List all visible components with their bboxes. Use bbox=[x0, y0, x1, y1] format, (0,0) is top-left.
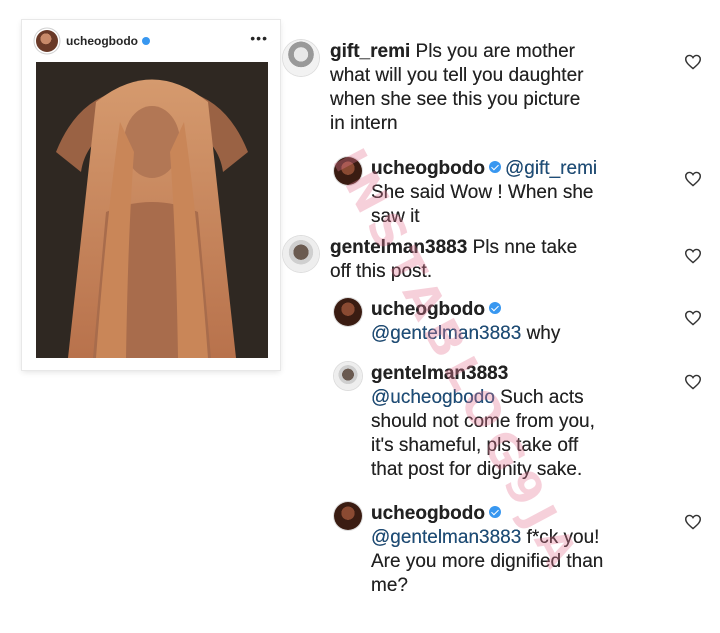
comment-body-line: Are you more dignified than bbox=[371, 551, 604, 572]
comment-body-line: me? bbox=[371, 575, 408, 596]
heart-icon[interactable] bbox=[684, 248, 702, 264]
avatar[interactable] bbox=[334, 502, 362, 530]
comment-body-line: Pls nne take bbox=[472, 237, 578, 258]
comment-text: ucheogbodo @gift_remi She said Wow ! When… bbox=[371, 157, 597, 229]
mention-link[interactable]: @ucheogbodo bbox=[371, 387, 495, 408]
comment-body-line: Pls you are mother bbox=[415, 41, 575, 62]
comment-body-line: off this post. bbox=[330, 261, 433, 282]
post-photo[interactable] bbox=[36, 62, 268, 358]
comment-body-line: what will you tell you daughter bbox=[330, 65, 584, 86]
verified-icon bbox=[488, 505, 501, 518]
comment-username[interactable]: ucheogbodo bbox=[371, 299, 485, 320]
comment-username[interactable]: gift_remi bbox=[330, 41, 410, 62]
avatar[interactable] bbox=[36, 30, 58, 52]
comment-username[interactable]: ucheogbodo bbox=[371, 158, 485, 179]
heart-icon[interactable] bbox=[684, 54, 702, 70]
mention-link[interactable]: @gentelman3883 bbox=[371, 323, 521, 344]
comment-body-line: in intern bbox=[330, 113, 398, 134]
heart-icon[interactable] bbox=[684, 171, 702, 187]
heart-icon[interactable] bbox=[684, 310, 702, 326]
comment-username[interactable]: ucheogbodo bbox=[371, 503, 485, 524]
post-header: ucheogbodo bbox=[36, 28, 150, 54]
verified-icon bbox=[142, 37, 150, 45]
comment-body-line: saw it bbox=[371, 206, 420, 227]
comment-body-line: She said Wow ! When she bbox=[371, 182, 594, 203]
avatar[interactable] bbox=[334, 298, 362, 326]
comment-body-line: when she see this you picture bbox=[330, 89, 581, 110]
more-options-icon[interactable]: ••• bbox=[250, 30, 268, 46]
post-photo-figure bbox=[36, 62, 268, 358]
comment-text: gift_remi Pls you are mother what will y… bbox=[330, 40, 583, 136]
avatar[interactable] bbox=[283, 40, 319, 76]
verified-icon bbox=[488, 301, 501, 314]
comment-body-line: should not come from you, bbox=[371, 411, 595, 432]
comment-body-line: it's shameful, pls take off bbox=[371, 435, 579, 456]
comment-body-line: why bbox=[526, 323, 561, 344]
comment-text: ucheogbodo @gentelman3883 f*ck you! Are … bbox=[371, 502, 603, 598]
mention-link[interactable]: @gift_remi bbox=[505, 158, 597, 179]
heart-icon[interactable] bbox=[684, 514, 702, 530]
comment-body-line: that post for dignity sake. bbox=[371, 459, 583, 480]
comment-text: ucheogbodo @gentelman3883 why bbox=[371, 298, 560, 346]
comment-body-line: Such acts bbox=[500, 387, 584, 408]
verified-icon bbox=[488, 160, 501, 173]
comment-body-line: f*ck you! bbox=[526, 527, 600, 548]
post-username[interactable]: ucheogbodo bbox=[66, 34, 138, 48]
mention-link[interactable]: @gentelman3883 bbox=[371, 527, 521, 548]
comment-username[interactable]: gentelman3883 bbox=[371, 363, 508, 384]
comment-username[interactable]: gentelman3883 bbox=[330, 237, 467, 258]
avatar[interactable] bbox=[334, 362, 362, 390]
comment-text: gentelman3883 Pls nne take off this post… bbox=[330, 236, 577, 284]
avatar[interactable] bbox=[283, 236, 319, 272]
post-card: ucheogbodo ••• bbox=[22, 20, 280, 370]
comment-text: gentelman3883 @ucheogbodo Such acts shou… bbox=[371, 362, 595, 482]
avatar[interactable] bbox=[334, 157, 362, 185]
heart-icon[interactable] bbox=[684, 374, 702, 390]
